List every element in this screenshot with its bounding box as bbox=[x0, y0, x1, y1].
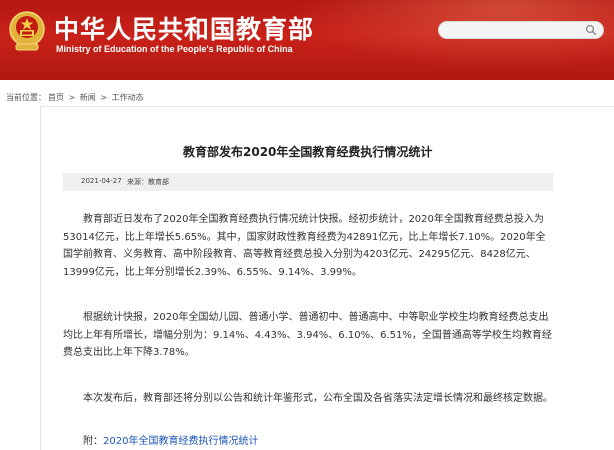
site-header: 中华人民共和国教育部 Ministry of Education of the … bbox=[0, 0, 614, 80]
breadcrumb-item-news[interactable]: 新闻 bbox=[80, 93, 96, 102]
article-meta-bar: 2021-04-27 来源：教育部 bbox=[63, 173, 553, 191]
breadcrumb: 当前位置： 首页 > 新闻 > 工作动态 bbox=[6, 92, 146, 103]
breadcrumb-item-home[interactable]: 首页 bbox=[48, 93, 64, 102]
article-date: 2021-04-27 bbox=[81, 177, 122, 185]
article-source: 来源：教育部 bbox=[127, 178, 169, 186]
attachment-label: 附： bbox=[83, 436, 103, 447]
breadcrumb-separator: > bbox=[68, 93, 76, 102]
article-paragraph-1: 教育部近日发布了2020年全国教育经费执行情况统计快报。经初步统计，2020年全… bbox=[63, 214, 546, 278]
article-title: 教育部发布2020年全国教育经费执行情况统计 bbox=[183, 145, 433, 159]
search-box[interactable] bbox=[438, 21, 604, 42]
article-paragraph-2: 根据统计快报，2020年全国幼儿园、普通小学、普通初中、普通高中、中等职业学校生… bbox=[63, 312, 552, 358]
search-input[interactable] bbox=[439, 26, 595, 42]
article-paragraph-3: 本次发布后，教育部还将分别以公告和统计年鉴形式，公布全国及各省落实法定增长情况和… bbox=[83, 393, 553, 404]
breadcrumb-separator: > bbox=[100, 93, 108, 102]
attachment-line: 附：2020年全国教育经费执行情况统计 bbox=[83, 432, 258, 447]
site-title[interactable]: 中华人民共和国教育部 bbox=[54, 10, 314, 46]
breadcrumb-label: 当前位置： bbox=[6, 93, 46, 102]
national-emblem-icon bbox=[9, 11, 45, 51]
site-subtitle: Ministry of Education of the People's Re… bbox=[56, 44, 293, 54]
breadcrumb-item-work-updates[interactable]: 工作动态 bbox=[112, 93, 144, 102]
search-icon[interactable] bbox=[585, 24, 597, 36]
attachment-link[interactable]: 2020年全国教育经费执行情况统计 bbox=[103, 436, 258, 447]
